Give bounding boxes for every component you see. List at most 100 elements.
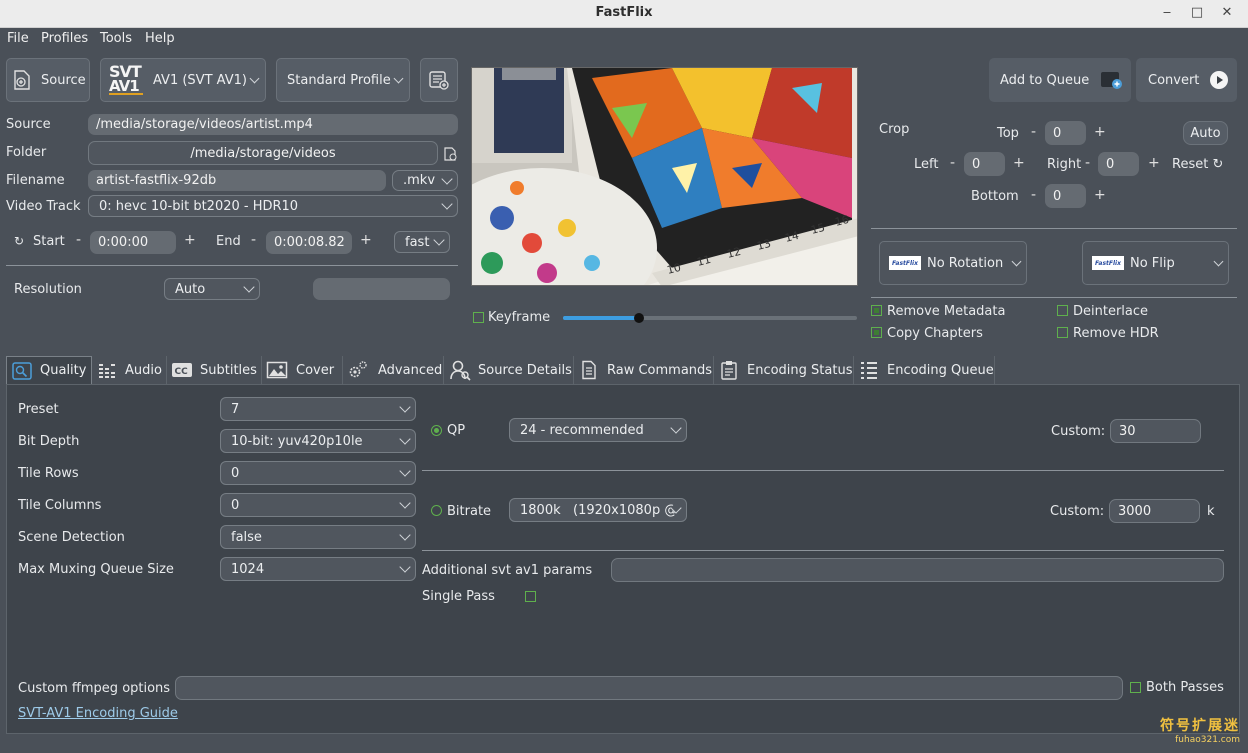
video-track-select[interactable]: 0: hevc 10-bit bt2020 - HDR10 (88, 195, 458, 217)
reset-time-icon[interactable]: ↻ (14, 234, 24, 248)
source-path-field[interactable]: /media/storage/videos/artist.mp4 (88, 114, 458, 135)
minimize-button[interactable]: ‒ (1156, 3, 1178, 23)
crop-top-decrement[interactable]: - (1031, 124, 1036, 140)
crop-bottom-decrement[interactable]: - (1031, 187, 1036, 203)
custom-ffmpeg-field[interactable] (175, 676, 1123, 700)
output-folder-field[interactable]: /media/storage/videos (88, 141, 438, 165)
preset-label: Preset (18, 402, 59, 417)
tab-audio[interactable]: Audio (92, 356, 167, 384)
preview-slider-handle[interactable] (634, 313, 645, 323)
maximize-button[interactable]: □ (1186, 3, 1208, 23)
source-button[interactable]: Source (6, 58, 90, 102)
extension-select[interactable]: .mkv (392, 170, 458, 191)
audio-icon (99, 364, 115, 378)
scene-detection-select[interactable]: false (220, 525, 416, 549)
qp-radio[interactable] (431, 425, 442, 436)
watermark-line-2: fuhao321.com (1175, 735, 1240, 745)
reset-icon: ↻ (1212, 157, 1224, 172)
resolution-select[interactable]: Auto (164, 278, 260, 300)
tile-rows-select-value: 0 (231, 465, 240, 481)
menu-tools[interactable]: Tools (100, 31, 132, 46)
single-pass-checkbox[interactable] (525, 591, 536, 602)
svg-text:CC: CC (175, 367, 189, 377)
convert-label: Convert (1148, 72, 1200, 88)
crop-right-field[interactable]: 0 (1098, 152, 1139, 176)
end-time-field[interactable]: 0:00:08.82 (266, 231, 352, 254)
crop-left-increment[interactable]: + (1013, 155, 1025, 171)
flip-select[interactable]: FastFlix No Flip (1082, 241, 1229, 285)
chevron-down-icon (399, 497, 411, 509)
end-decrement[interactable]: - (251, 232, 256, 248)
menu-file[interactable]: File (7, 31, 29, 46)
divider (422, 470, 1224, 471)
keyframe-label: Keyframe (488, 310, 551, 325)
crop-top-field[interactable]: 0 (1045, 121, 1086, 145)
qp-custom-label: Custom: (1051, 424, 1106, 439)
encoder-select[interactable]: SVT AV1 AV1 (SVT AV1) (100, 58, 266, 102)
crop-top-increment[interactable]: + (1094, 124, 1106, 140)
preset-select[interactable]: 7 (220, 397, 416, 421)
open-folder-icon[interactable] (443, 146, 459, 162)
video-track-label: Video Track (6, 199, 81, 214)
qp-select-value: 24 - recommended (520, 422, 644, 438)
crop-right-increment[interactable]: + (1148, 155, 1160, 171)
tab-encoding-queue-label: Encoding Queue (887, 362, 994, 378)
deinterlace-checkbox[interactable] (1057, 305, 1068, 316)
remove-metadata-checkbox[interactable] (871, 305, 882, 316)
tab-encoding-queue[interactable]: Encoding Queue (854, 356, 995, 384)
tile-rows-select[interactable]: 0 (220, 461, 416, 485)
crop-bottom-increment[interactable]: + (1094, 187, 1106, 203)
close-button[interactable]: ✕ (1216, 3, 1238, 23)
preview-slider[interactable] (563, 313, 857, 323)
keyframe-checkbox[interactable] (473, 312, 484, 323)
bitrate-radio[interactable] (431, 505, 442, 516)
start-increment[interactable]: + (184, 232, 196, 248)
convert-button[interactable]: Convert (1136, 58, 1237, 102)
start-time-field[interactable]: 0:00:00 (90, 231, 176, 254)
rotation-select[interactable]: FastFlix No Rotation (879, 241, 1027, 285)
tab-cover[interactable]: Cover (262, 356, 343, 384)
crop-auto-button[interactable]: Auto (1183, 121, 1228, 145)
menu-help[interactable]: Help (145, 31, 175, 46)
crop-left-field[interactable]: 0 (964, 152, 1005, 176)
start-decrement[interactable]: - (76, 232, 81, 248)
max-muxing-label: Max Muxing Queue Size (18, 562, 174, 577)
remove-hdr-label: Remove HDR (1073, 326, 1159, 341)
filename-field[interactable]: artist-fastflix-92db (88, 170, 386, 191)
crop-right-decrement[interactable]: - (1085, 155, 1090, 171)
add-to-queue-button[interactable]: Add to Queue (989, 58, 1131, 102)
encoding-guide-link[interactable]: SVT-AV1 Encoding Guide (18, 706, 178, 721)
chevron-down-icon (1213, 256, 1224, 267)
profile-select[interactable]: Standard Profile (276, 58, 410, 102)
additional-params-field[interactable] (611, 558, 1224, 582)
qp-select[interactable]: 24 - recommended (509, 418, 687, 442)
both-passes-label: Both Passes (1146, 680, 1224, 695)
menu-profiles[interactable]: Profiles (41, 31, 88, 46)
end-increment[interactable]: + (360, 232, 372, 248)
tab-quality[interactable]: Quality (6, 356, 92, 384)
preview-slider-fill (563, 316, 640, 320)
seek-mode-select[interactable]: fast (394, 231, 450, 253)
new-profile-button[interactable] (420, 58, 458, 102)
custom-resolution-field[interactable] (313, 278, 450, 300)
bitrate-select[interactable]: 1800k (1920x1080p @ (509, 498, 687, 522)
bit-depth-select[interactable]: 10-bit: yuv420p10le (220, 429, 416, 453)
bitrate-custom-field[interactable]: 3000 (1109, 499, 1200, 523)
seek-mode-select-value: fast (405, 234, 430, 250)
chevron-down-icon (399, 529, 411, 541)
tab-raw-commands[interactable]: Raw Commands (574, 356, 714, 384)
crop-left-decrement[interactable]: - (950, 155, 955, 171)
remove-hdr-checkbox[interactable] (1057, 327, 1068, 338)
qp-custom-field[interactable]: 30 (1110, 419, 1201, 443)
chevron-down-icon (670, 422, 682, 434)
both-passes-checkbox[interactable] (1130, 682, 1141, 693)
tab-source-details[interactable]: Source Details (444, 356, 574, 384)
tile-columns-select[interactable]: 0 (220, 493, 416, 517)
tab-encoding-status[interactable]: Encoding Status (714, 356, 854, 384)
copy-chapters-checkbox[interactable] (871, 327, 882, 338)
tab-subtitles[interactable]: CC Subtitles (167, 356, 262, 384)
max-muxing-select[interactable]: 1024 (220, 557, 416, 581)
tab-advanced[interactable]: Advanced (343, 356, 444, 384)
crop-reset-button[interactable]: Reset ↻ (1172, 157, 1223, 172)
crop-bottom-field[interactable]: 0 (1045, 184, 1086, 208)
